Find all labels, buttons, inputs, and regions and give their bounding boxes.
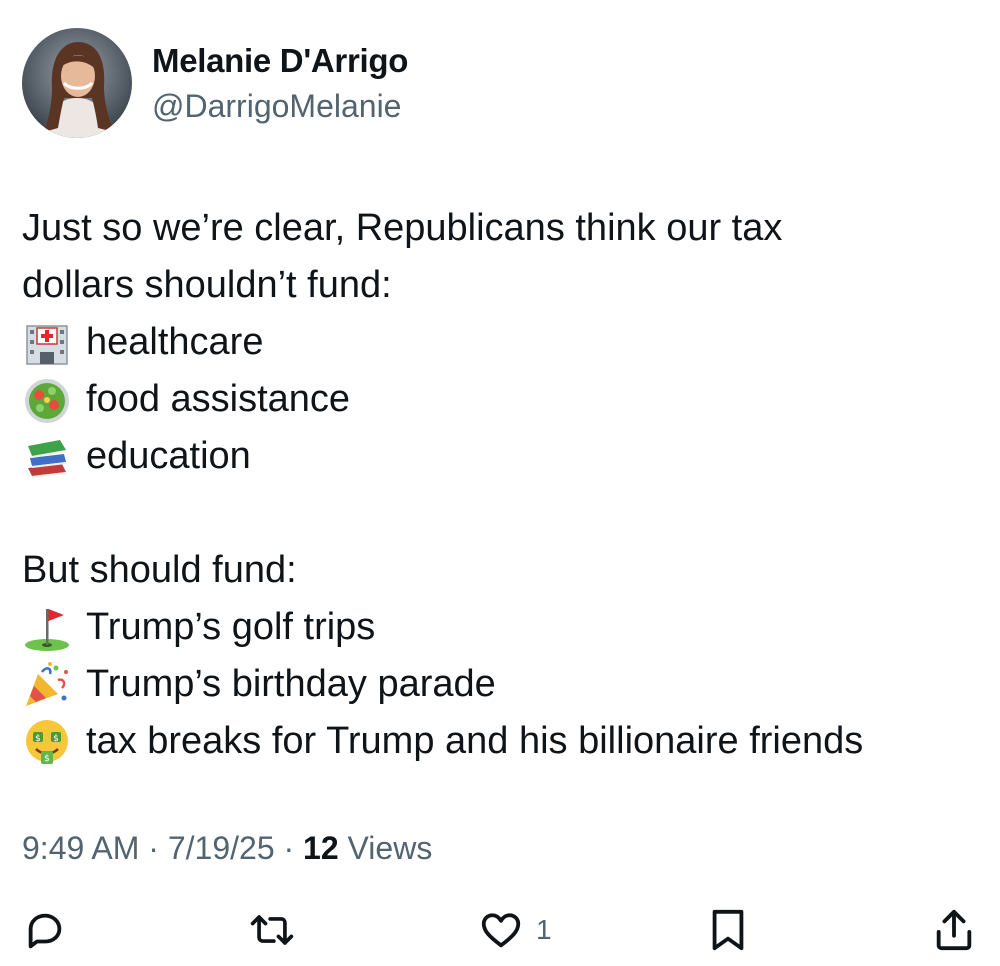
list-item-label: education — [86, 435, 251, 477]
meta-separator: · — [148, 830, 159, 866]
share-button[interactable] — [932, 906, 976, 954]
bookmark-icon — [708, 907, 748, 953]
svg-text:$: $ — [44, 754, 50, 764]
like-count: 1 — [536, 914, 552, 945]
golf-flag-icon — [22, 603, 72, 653]
tweet-date[interactable]: 7/19/25 — [168, 830, 275, 866]
author-handle[interactable]: @DarrigoMelanie — [152, 88, 401, 125]
svg-text:$: $ — [35, 734, 41, 744]
list-item: $ $ $ tax breaks for Trump and his billi… — [22, 713, 982, 770]
reply-button[interactable] — [22, 906, 80, 954]
svg-text:$: $ — [53, 734, 59, 744]
intro-line-1: Just so we’re clear, Republicans think o… — [22, 207, 783, 249]
hospital-icon — [22, 318, 72, 368]
reply-icon — [22, 907, 68, 953]
avatar[interactable] — [22, 28, 132, 138]
meta-separator: · — [283, 830, 295, 866]
list-item: Trump’s golf trips — [22, 599, 982, 656]
heart-icon — [478, 907, 524, 953]
party-popper-icon — [22, 660, 72, 710]
views-count: 12 — [303, 830, 339, 866]
like-button[interactable]: 1 — [478, 906, 552, 954]
tweet-card: Melanie D'Arrigo @DarrigoMelanie Just so… — [0, 0, 1000, 966]
list-item-label: food assistance — [86, 378, 351, 420]
list-item: Trump’s birthday parade — [22, 656, 982, 713]
list-item: food assistance — [22, 371, 982, 428]
tweet-meta: 9:49 AM · 7/19/25 · 12 Views — [22, 830, 432, 867]
share-icon — [932, 907, 976, 953]
retweet-icon — [248, 907, 296, 953]
list-item: healthcare — [22, 314, 982, 371]
but-line: But should fund: — [22, 549, 297, 591]
author-name[interactable]: Melanie D'Arrigo — [152, 42, 408, 80]
list-item-label: tax breaks for Trump and his billionaire… — [86, 720, 864, 762]
tweet-text: Just so we’re clear, Republicans think o… — [22, 200, 982, 770]
books-icon — [22, 432, 72, 482]
money-mouth-face-icon: $ $ $ — [22, 717, 72, 767]
salad-icon — [22, 375, 72, 425]
retweet-button[interactable] — [248, 906, 308, 954]
tweet-time[interactable]: 9:49 AM — [22, 830, 139, 866]
intro-line-2: dollars shouldn’t fund: — [22, 264, 392, 306]
bookmark-button[interactable] — [708, 906, 760, 954]
action-bar: 1 — [0, 900, 1000, 960]
list-item-label: Trump’s golf trips — [86, 606, 376, 648]
list-item: education — [22, 428, 982, 485]
list-item-label: Trump’s birthday parade — [86, 663, 496, 705]
views-label: Views — [347, 830, 433, 866]
list-item-label: healthcare — [86, 321, 264, 363]
